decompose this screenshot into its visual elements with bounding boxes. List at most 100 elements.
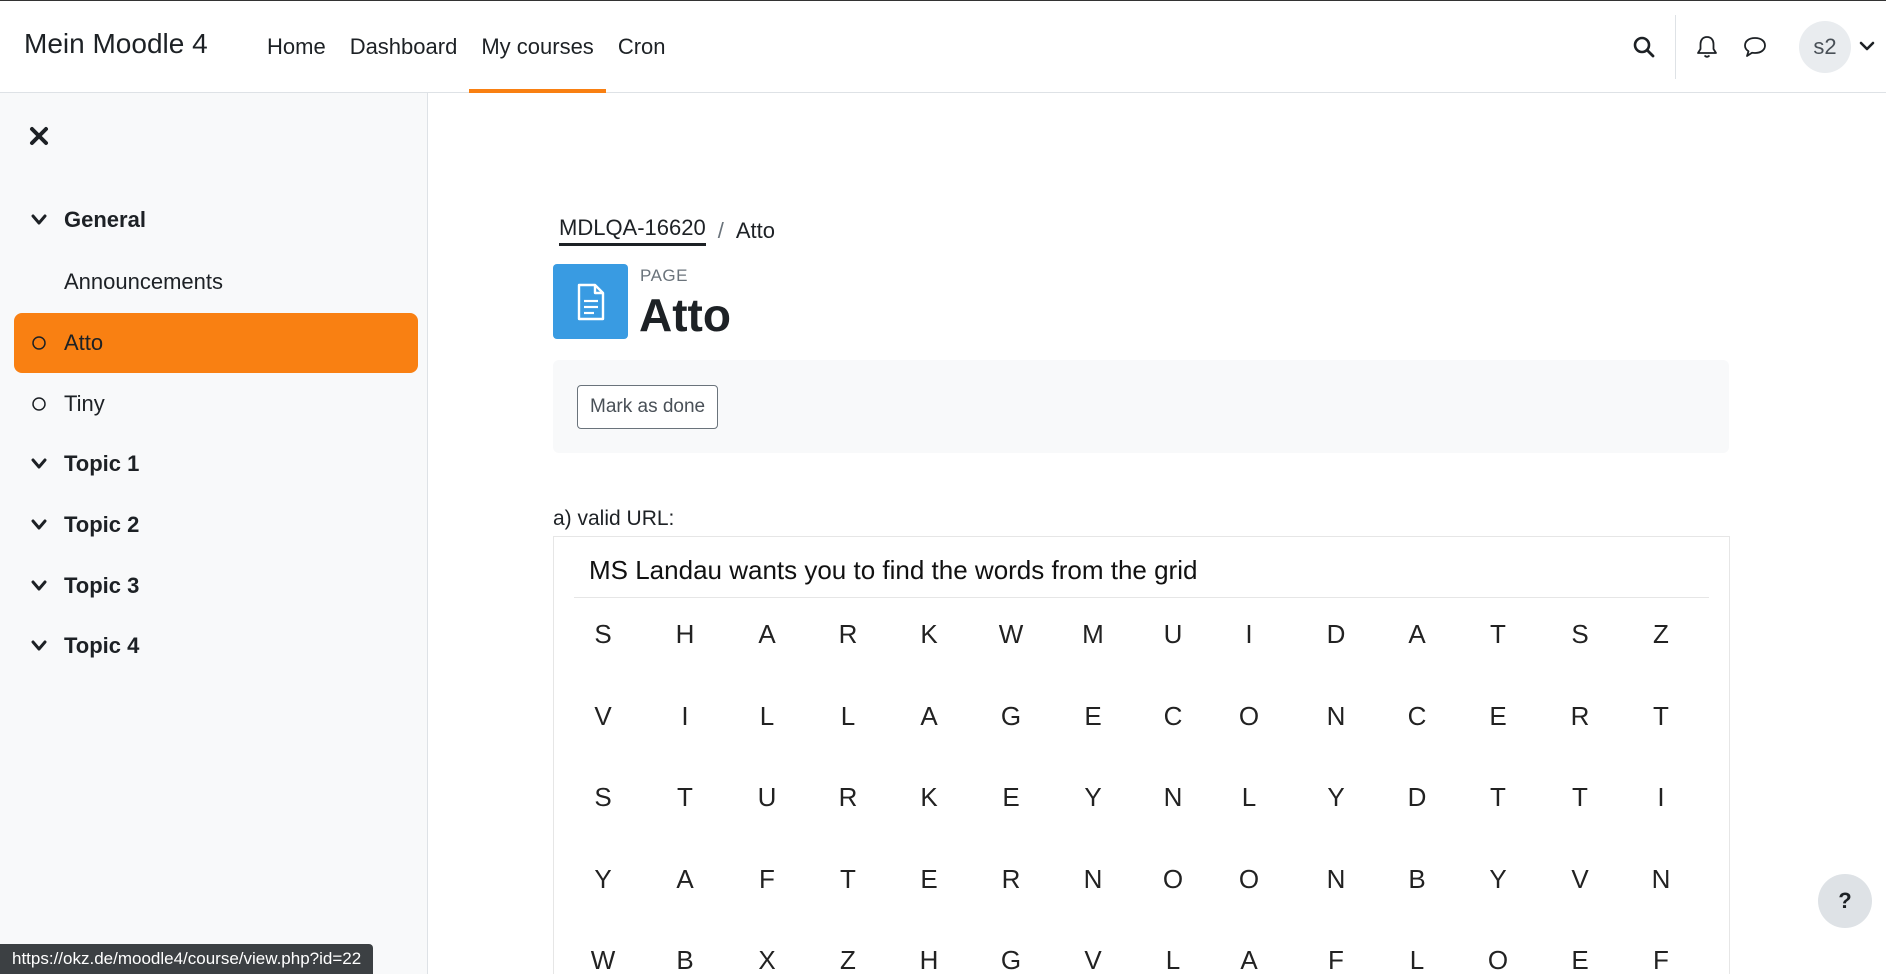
grid-letter[interactable]: O [1478, 945, 1518, 974]
grid-letter[interactable]: V [583, 701, 623, 732]
section-topic-1[interactable]: Topic 1 [14, 435, 418, 493]
help-button[interactable]: ? [1818, 874, 1872, 928]
grid-letter[interactable]: U [1153, 619, 1193, 650]
chevron-down-icon[interactable] [1858, 37, 1876, 60]
grid-letter[interactable]: Y [1316, 782, 1356, 813]
breadcrumb-course-link[interactable]: MDLQA-16620 [559, 215, 706, 246]
grid-letter[interactable]: R [828, 782, 868, 813]
close-icon[interactable] [26, 123, 52, 149]
grid-letter[interactable]: N [1641, 864, 1681, 895]
grid-letter[interactable]: F [1316, 945, 1356, 974]
chevron-down-icon[interactable] [14, 579, 64, 593]
activity-completion-bar: Mark as done [553, 360, 1729, 453]
grid-letter[interactable]: Y [1478, 864, 1518, 895]
grid-letter[interactable]: B [1397, 864, 1437, 895]
chat-icon[interactable] [1737, 29, 1773, 65]
grid-letter[interactable]: T [1560, 782, 1600, 813]
user-avatar[interactable]: s2 [1799, 21, 1851, 73]
grid-letter[interactable]: N [1316, 864, 1356, 895]
grid-letter[interactable]: A [909, 701, 949, 732]
grid-letter[interactable]: T [1641, 701, 1681, 732]
grid-letter[interactable]: H [665, 619, 705, 650]
grid-letter[interactable]: T [1478, 619, 1518, 650]
grid-letter[interactable]: K [909, 782, 949, 813]
grid-letter[interactable]: A [665, 864, 705, 895]
section-topic-2[interactable]: Topic 2 [14, 496, 418, 554]
grid-letter[interactable]: K [909, 619, 949, 650]
grid-letter[interactable]: V [1560, 864, 1600, 895]
grid-letter[interactable]: C [1153, 701, 1193, 732]
grid-letter[interactable]: N [1153, 782, 1193, 813]
grid-letter[interactable]: E [991, 782, 1031, 813]
grid-letter[interactable]: O [1229, 701, 1269, 732]
grid-letter[interactable]: L [828, 701, 868, 732]
grid-letter[interactable]: R [828, 619, 868, 650]
chevron-down-icon[interactable] [14, 213, 64, 227]
bell-icon[interactable] [1689, 29, 1725, 65]
nav-link-cron[interactable]: Cron [606, 1, 678, 93]
grid-letter[interactable]: X [747, 945, 787, 974]
grid-letter[interactable]: T [665, 782, 705, 813]
sidebar-item-atto[interactable]: Atto [14, 313, 418, 373]
grid-letter[interactable]: B [665, 945, 705, 974]
grid-letter[interactable]: V [1073, 945, 1113, 974]
grid-letter[interactable]: L [1153, 945, 1193, 974]
grid-letter[interactable]: O [1229, 864, 1269, 895]
grid-letter[interactable]: F [1641, 945, 1681, 974]
section-topic-3[interactable]: Topic 3 [14, 557, 418, 615]
grid-letter[interactable]: N [1316, 701, 1356, 732]
grid-letter[interactable]: T [828, 864, 868, 895]
section-topic-4[interactable]: Topic 4 [14, 617, 418, 675]
grid-letter[interactable]: E [1073, 701, 1113, 732]
grid-letter[interactable]: F [747, 864, 787, 895]
grid-letter[interactable]: R [991, 864, 1031, 895]
grid-letter[interactable]: L [1397, 945, 1437, 974]
grid-letter[interactable]: L [747, 701, 787, 732]
grid-letter[interactable]: A [1229, 945, 1269, 974]
grid-letter[interactable]: Z [1641, 619, 1681, 650]
grid-letter[interactable]: A [1397, 619, 1437, 650]
grid-letter[interactable]: S [583, 782, 623, 813]
grid-letter[interactable]: W [583, 945, 623, 974]
grid-letter[interactable]: L [1229, 782, 1269, 813]
site-brand[interactable]: Mein Moodle 4 [24, 28, 208, 60]
grid-letter[interactable]: S [583, 619, 623, 650]
search-icon[interactable] [1626, 29, 1662, 65]
grid-letter[interactable]: H [909, 945, 949, 974]
grid-letter[interactable]: N [1073, 864, 1113, 895]
grid-letter[interactable]: I [665, 701, 705, 732]
grid-letter[interactable]: T [1478, 782, 1518, 813]
grid-letter[interactable]: U [747, 782, 787, 813]
sidebar-item-tiny[interactable]: Tiny [14, 374, 418, 434]
grid-letter[interactable]: G [991, 945, 1031, 974]
grid-letter[interactable]: Y [1073, 782, 1113, 813]
grid-letter[interactable]: D [1397, 782, 1437, 813]
grid-letter[interactable]: O [1153, 864, 1193, 895]
grid-letter[interactable]: E [1478, 701, 1518, 732]
mark-as-done-button[interactable]: Mark as done [577, 385, 719, 429]
grid-letter[interactable]: M [1073, 619, 1113, 650]
section-label: Topic 1 [64, 451, 140, 476]
nav-link-my-courses[interactable]: My courses [469, 1, 607, 93]
grid-letter[interactable]: I [1229, 619, 1269, 650]
grid-letter[interactable]: E [1560, 945, 1600, 974]
grid-letter[interactable]: Y [583, 864, 623, 895]
page-title: Atto [639, 289, 731, 341]
grid-letter[interactable]: Z [828, 945, 868, 974]
chevron-down-icon[interactable] [14, 518, 64, 532]
grid-letter[interactable]: A [747, 619, 787, 650]
section-general[interactable]: General [14, 191, 418, 249]
chevron-down-icon[interactable] [14, 457, 64, 471]
grid-letter[interactable]: G [991, 701, 1031, 732]
grid-letter[interactable]: E [909, 864, 949, 895]
nav-link-dashboard[interactable]: Dashboard [338, 1, 470, 93]
grid-letter[interactable]: D [1316, 619, 1356, 650]
grid-letter[interactable]: R [1560, 701, 1600, 732]
grid-letter[interactable]: S [1560, 619, 1600, 650]
nav-link-home[interactable]: Home [255, 1, 338, 93]
sidebar-item-announcements[interactable]: Announcements [14, 252, 418, 312]
grid-letter[interactable]: W [991, 619, 1031, 650]
chevron-down-icon[interactable] [14, 639, 64, 653]
grid-letter[interactable]: C [1397, 701, 1437, 732]
grid-letter[interactable]: I [1641, 782, 1681, 813]
